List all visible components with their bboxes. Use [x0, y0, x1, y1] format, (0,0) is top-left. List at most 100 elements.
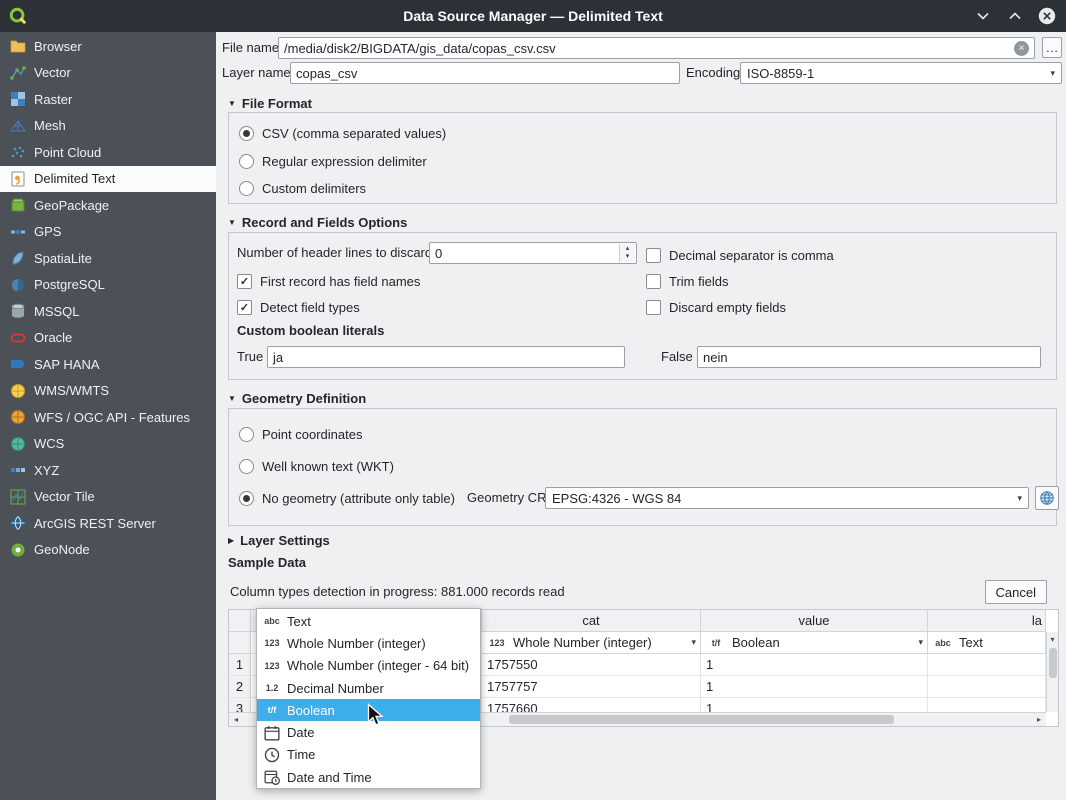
table-corner-cell — [229, 610, 251, 632]
sidebar-item-arcgis[interactable]: ArcGIS REST Server — [0, 510, 216, 537]
type-selector-cat[interactable]: 123Whole Number (integer)▾ — [482, 632, 701, 654]
vector-tile-icon — [10, 489, 26, 505]
menu-item-text[interactable]: abcText — [257, 610, 480, 632]
file-name-label: File name — [222, 37, 279, 59]
checkbox-icon — [646, 248, 661, 263]
false-label: False — [661, 346, 693, 368]
sidebar-item-postgresql[interactable]: PostgreSQL — [0, 272, 216, 299]
table-header-label[interactable]: la — [928, 610, 1046, 632]
sidebar-item-geonode[interactable]: GeoNode — [0, 537, 216, 564]
globe-dark-icon — [10, 515, 26, 531]
field-type-menu: abcText 123Whole Number (integer) 123Who… — [256, 608, 481, 789]
sidebar-item-delimited-text[interactable]: Delimited Text — [0, 166, 216, 193]
chevron-down-icon: ▾ — [1017, 493, 1022, 504]
true-literal-input[interactable]: ja — [267, 346, 625, 368]
record-fields-section-header[interactable]: ▼ Record and Fields Options — [228, 213, 407, 231]
layer-settings-section-header[interactable]: ▶ Layer Settings — [228, 531, 330, 549]
sidebar-item-point-cloud[interactable]: Point Cloud — [0, 139, 216, 166]
maximize-chevron-up-icon[interactable] — [1006, 7, 1024, 25]
sidebar-item-sap-hana[interactable]: SAP HANA — [0, 351, 216, 378]
radio-csv[interactable]: CSV (comma separated values) — [239, 122, 446, 144]
radio-regex-delimiter[interactable]: Regular expression delimiter — [239, 150, 427, 172]
menu-item-date-and-time[interactable]: Date and Time — [257, 766, 480, 788]
type-selector-value[interactable]: t/fBoolean▾ — [701, 632, 928, 654]
checkbox-detect-types[interactable]: ✓Detect field types — [237, 296, 360, 318]
horizontal-scrollbar-thumb[interactable] — [509, 715, 894, 724]
sidebar-item-wfs[interactable]: WFS / OGC API - Features — [0, 404, 216, 431]
scroll-down-icon[interactable]: ▾ — [1050, 634, 1054, 646]
file-name-input[interactable]: /media/disk2/BIGDATA/gis_data/copas_csv.… — [278, 37, 1035, 59]
sidebar-item-xyz[interactable]: XYZ — [0, 457, 216, 484]
close-icon[interactable] — [1038, 7, 1056, 25]
row-number: 1 — [229, 654, 251, 676]
geometry-crs-label: Geometry CRS — [467, 487, 555, 509]
checkbox-discard-empty[interactable]: Discard empty fields — [646, 296, 786, 318]
expand-arrow-icon: ▶ — [228, 536, 234, 545]
mouse-cursor — [367, 703, 385, 732]
layer-name-label: Layer name — [222, 62, 291, 84]
true-label: True — [237, 346, 263, 368]
file-format-panel: CSV (comma separated values) Regular exp… — [228, 112, 1057, 204]
geometry-section-header[interactable]: ▼ Geometry Definition — [228, 389, 366, 407]
sidebar-item-wcs[interactable]: WCS — [0, 431, 216, 458]
sidebar-item-mssql[interactable]: MSSQL — [0, 298, 216, 325]
menu-item-time[interactable]: Time — [257, 744, 480, 766]
titlebar[interactable]: Data Source Manager — Delimited Text — [0, 0, 1066, 32]
spinner-buttons[interactable]: ▴▾ — [619, 244, 635, 262]
database-icon — [10, 303, 26, 319]
sidebar-item-vector-tile[interactable]: Vector Tile — [0, 484, 216, 511]
clear-text-icon[interactable]: × — [1014, 41, 1029, 56]
menu-item-decimal-number[interactable]: 1.2Decimal Number — [257, 677, 480, 699]
header-lines-label: Number of header lines to discard — [237, 242, 432, 264]
menu-item-whole-number[interactable]: 123Whole Number (integer) — [257, 632, 480, 654]
radio-point-coordinates[interactable]: Point coordinates — [239, 423, 362, 445]
table-cell-cat: 1757550 — [482, 654, 701, 676]
collapse-arrow-icon: ▼ — [228, 394, 236, 403]
checkbox-first-record[interactable]: ✓First record has field names — [237, 270, 420, 292]
crs-picker-button[interactable] — [1035, 486, 1059, 510]
sidebar-item-oracle[interactable]: Oracle — [0, 325, 216, 352]
table-vertical-scrollbar[interactable]: ▾ — [1046, 632, 1058, 712]
sidebar-item-spatialite[interactable]: SpatiaLite — [0, 245, 216, 272]
comma-icon — [10, 171, 26, 187]
clock-icon — [261, 747, 283, 763]
geometry-crs-combobox[interactable]: EPSG:4326 - WGS 84 ▾ — [545, 487, 1029, 509]
sidebar-item-browser[interactable]: Browser — [0, 33, 216, 60]
type-selector-label[interactable]: abcText — [928, 632, 1046, 654]
vertical-scrollbar-thumb[interactable] — [1049, 648, 1057, 678]
data-source-manager-window: Data Source Manager — Delimited Text Bro… — [0, 0, 1066, 800]
sidebar-item-geopackage[interactable]: GeoPackage — [0, 192, 216, 219]
checkbox-trim-fields[interactable]: Trim fields — [646, 270, 728, 292]
layer-name-input[interactable]: copas_csv — [290, 62, 680, 84]
scroll-left-icon[interactable]: ◂ — [229, 714, 243, 726]
elephant-icon — [10, 277, 26, 293]
sidebar-item-mesh[interactable]: Mesh — [0, 113, 216, 140]
header-lines-spinbox[interactable]: 0 ▴▾ — [429, 242, 637, 264]
sidebar-item-raster[interactable]: Raster — [0, 86, 216, 113]
checkbox-decimal-separator[interactable]: Decimal separator is comma — [646, 244, 834, 266]
sidebar-item-wms[interactable]: WMS/WMTS — [0, 378, 216, 405]
shade-chevron-down-icon[interactable] — [974, 7, 992, 25]
table-header-cat[interactable]: cat — [482, 610, 701, 632]
radio-no-geometry[interactable]: No geometry (attribute only table) — [239, 487, 455, 509]
radio-selected-icon — [239, 491, 254, 506]
mesh-icon — [10, 118, 26, 134]
menu-item-whole-number-64[interactable]: 123Whole Number (integer - 64 bit) — [257, 655, 480, 677]
table-cell — [928, 676, 1046, 698]
radio-custom-delimiters[interactable]: Custom delimiters — [239, 177, 366, 199]
cancel-button[interactable]: Cancel — [985, 580, 1047, 604]
file-name-row: File name /media/disk2/BIGDATA/gis_data/… — [216, 37, 1066, 59]
globe-orange-icon — [10, 409, 26, 425]
window-title: Data Source Manager — Delimited Text — [0, 0, 1066, 32]
encoding-combobox[interactable]: ISO-8859-1 ▾ — [740, 62, 1062, 84]
row-number: 2 — [229, 676, 251, 698]
table-header-value[interactable]: value — [701, 610, 928, 632]
scroll-right-icon[interactable]: ▸ — [1032, 714, 1046, 726]
chevron-down-icon: ▾ — [918, 637, 923, 648]
browse-button[interactable]: … — [1042, 37, 1062, 58]
radio-wkt[interactable]: Well known text (WKT) — [239, 455, 394, 477]
sidebar-item-vector[interactable]: Vector — [0, 60, 216, 87]
false-literal-input[interactable]: nein — [697, 346, 1041, 368]
file-format-section-header[interactable]: ▼ File Format — [228, 94, 312, 112]
sidebar-item-gps[interactable]: GPS — [0, 219, 216, 246]
